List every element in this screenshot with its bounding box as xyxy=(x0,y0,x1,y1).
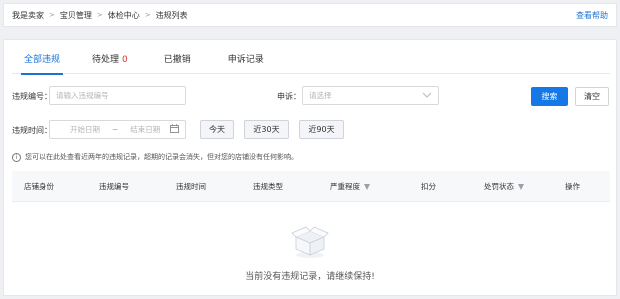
violation-no-field[interactable] xyxy=(49,86,186,105)
clear-button-label: 清空 xyxy=(584,92,600,101)
start-date-input[interactable]: 开始日期 xyxy=(70,124,100,135)
appeal-select-value: 请选择 xyxy=(309,91,332,100)
quick-range-today-button[interactable]: 今天 xyxy=(200,120,234,139)
column-header-violation-type: 违规类型 xyxy=(253,182,283,191)
column-header-violation-no: 违规编号 xyxy=(99,182,129,191)
info-text: 您可以在此处查看近两年的违规记录，超期的记录会消失，但对您的店铺没有任何影响。 xyxy=(25,153,298,161)
empty-state-text: 当前没有违规记录，请继续保持! xyxy=(245,272,375,282)
tab-label: 申诉记录 xyxy=(227,55,264,65)
breadcrumb-item-goods[interactable]: 宝贝管理 xyxy=(60,10,92,21)
appeal-select[interactable]: 请选择 xyxy=(302,86,439,105)
breadcrumb-separator: > xyxy=(96,11,103,19)
tab-all[interactable]: 全部违规 xyxy=(21,48,64,75)
clear-button[interactable]: 清空 xyxy=(575,87,609,106)
breadcrumb-item-seller[interactable]: 我是卖家 xyxy=(12,10,44,21)
breadcrumb-item-checkup[interactable]: 体检中心 xyxy=(108,10,140,21)
end-date-input[interactable]: 结束日期 xyxy=(130,124,160,135)
empty-box-icon xyxy=(291,225,329,261)
date-range-separator: ~ xyxy=(112,125,119,134)
column-header-actions: 操作 xyxy=(565,182,580,191)
main-card: 全部违规 待处理0 已撤销 申诉记录 违规编号： 申诉： 请选择 搜索 清空 违… xyxy=(3,39,617,296)
quick-range-label: 近30天 xyxy=(253,125,280,134)
column-header-points: 扣分 xyxy=(421,182,436,191)
tab-revoked[interactable]: 已撤销 xyxy=(164,48,191,74)
breadcrumb-bar: 我是卖家 > 宝贝管理 > 体检中心 > 违规列表 查看帮助 xyxy=(3,3,617,27)
tab-appeals[interactable]: 申诉记录 xyxy=(228,48,264,74)
breadcrumb-separator: > xyxy=(144,11,151,19)
filter-icon[interactable] xyxy=(518,183,524,190)
tab-bar: 全部违规 待处理 0 已撤销 申诉记录 xyxy=(12,48,610,75)
violation-no-input[interactable] xyxy=(56,91,179,100)
calendar-icon[interactable] xyxy=(170,123,179,136)
column-header-penalty-status[interactable]: 处罚状态 xyxy=(484,171,524,202)
breadcrumb: 我是卖家 > 宝贝管理 > 体检中心 > 违规列表 xyxy=(12,10,188,21)
tab-label: 待处理 xyxy=(92,55,120,65)
breadcrumb-separator: > xyxy=(49,11,55,19)
search-button-label: 搜索 xyxy=(541,92,558,101)
breadcrumb-item-current: 违规列表 xyxy=(155,10,188,20)
tab-pending[interactable]: 待处理 0 xyxy=(92,48,128,74)
tab-label: 全部违规 xyxy=(24,55,61,65)
search-button[interactable]: 搜索 xyxy=(531,87,568,106)
column-header-store-role: 店铺身份 xyxy=(24,182,54,191)
quick-range-label: 近90天 xyxy=(308,125,335,134)
date-range-picker[interactable]: 开始日期 ~ 结束日期 xyxy=(49,120,186,139)
column-header-violation-time: 违规时间 xyxy=(176,182,206,191)
filter-icon[interactable] xyxy=(364,183,370,190)
quick-range-label: 今天 xyxy=(209,125,225,134)
chevron-down-icon xyxy=(422,91,432,101)
column-header-severity[interactable]: 严重程度 xyxy=(330,171,370,202)
table-header: 店铺身份 违规编号 违规时间 违规类型 严重程度 扣分 处罚状态 操作 xyxy=(12,171,610,202)
appeal-label: 申诉： xyxy=(277,92,301,101)
info-icon: i xyxy=(12,152,21,162)
info-notice: i 您可以在此处查看近两年的违规记录，超期的记录会消失，但对您的店铺没有任何影响… xyxy=(12,152,298,162)
quick-range-30-button[interactable]: 近30天 xyxy=(244,120,289,139)
help-link[interactable]: 查看帮助 xyxy=(576,10,608,21)
quick-range-90-button[interactable]: 近90天 xyxy=(299,120,344,139)
violation-time-label: 违规时间： xyxy=(12,126,52,135)
tab-count-badge: 0 xyxy=(122,55,128,65)
violation-no-label: 违规编号： xyxy=(12,92,52,101)
tab-label: 已撤销 xyxy=(163,55,191,65)
